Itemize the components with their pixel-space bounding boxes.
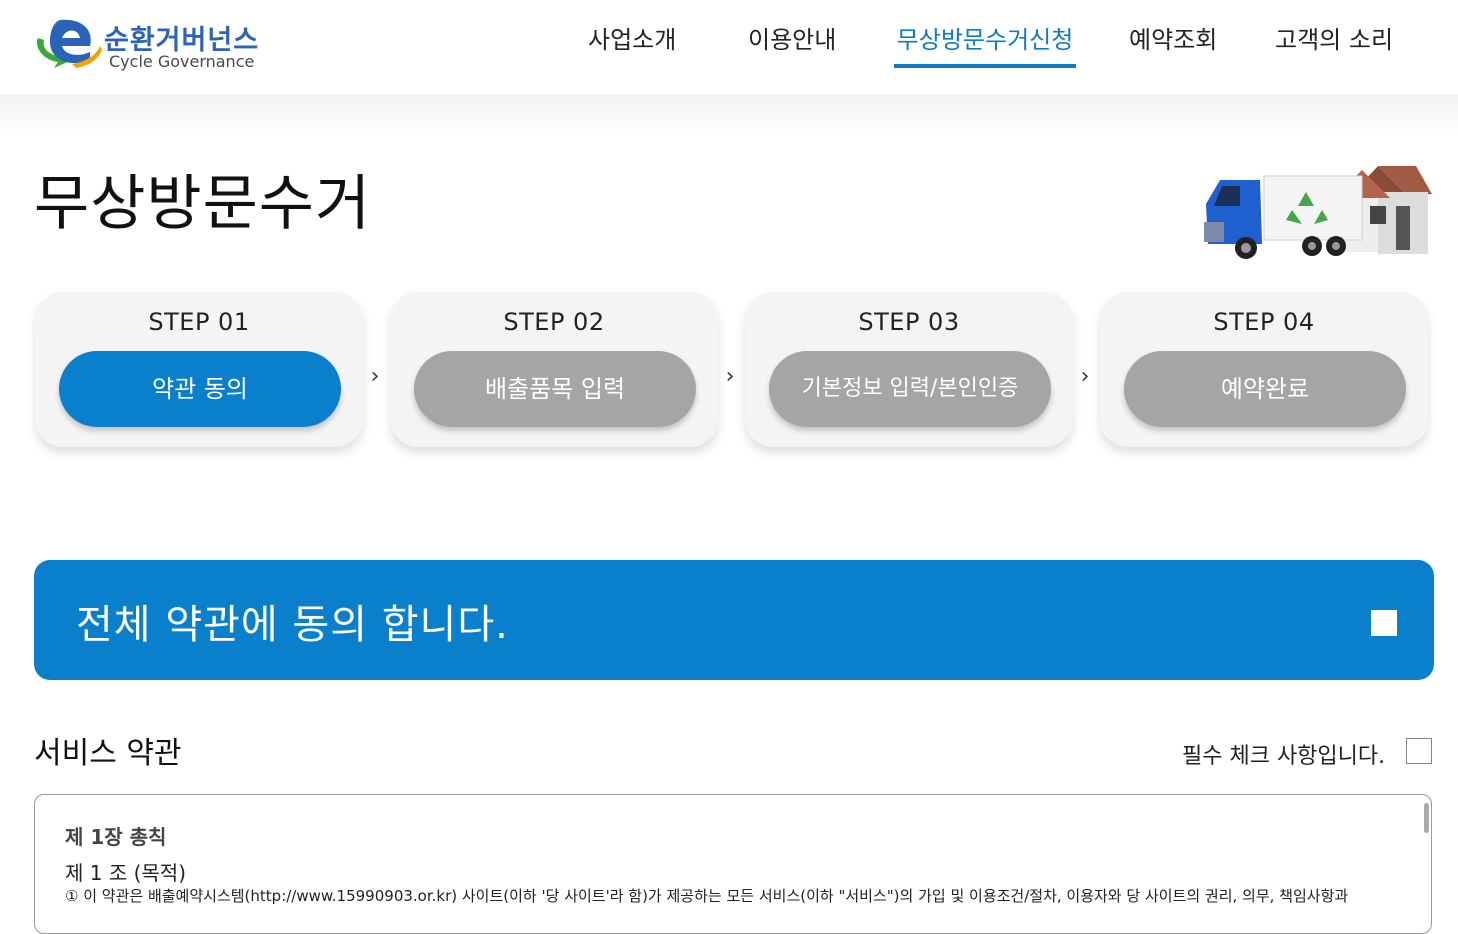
required-check-label: 필수 체크 사항입니다. — [1182, 744, 1386, 769]
terms-article-title: 제 1 조 (목적) — [65, 861, 187, 885]
nav-item-reservation-lookup[interactable]: 예약조회 — [1129, 22, 1217, 58]
nav-item-usage-guide[interactable]: 이용안내 — [748, 22, 836, 58]
logo-text-english: Cycle Governance — [109, 52, 255, 71]
step-number: STEP 03 — [858, 308, 960, 336]
active-nav-underline — [894, 64, 1076, 68]
nav-item-free-pickup-request[interactable]: 무상방문수거신청 — [894, 22, 1076, 68]
chevron-right-icon: › — [370, 364, 380, 389]
nav-item-label: 무상방문수거신청 — [896, 26, 1074, 54]
header-shadow — [0, 94, 1458, 134]
nav-item-customer-voice[interactable]: 고객의 소리 — [1275, 22, 1393, 58]
agree-all-label: 전체 약관에 동의 합니다. — [76, 602, 509, 648]
step-number: STEP 04 — [1213, 308, 1315, 336]
step-number: STEP 01 — [148, 308, 250, 336]
step-reservation-complete-button[interactable]: 예약완료 — [1124, 351, 1406, 427]
step-basic-info-button[interactable]: 기본정보 입력/본인인증 — [769, 351, 1051, 427]
step-card-3: STEP 03 기본정보 입력/본인인증 — [745, 292, 1073, 447]
recycling-truck-house-icon — [1204, 166, 1432, 259]
step-card-4: STEP 04 예약완료 — [1100, 292, 1428, 447]
chevron-right-icon: › — [1080, 364, 1090, 389]
agree-all-checkbox[interactable] — [1371, 610, 1397, 636]
logo[interactable]: 순환거버넌스 Cycle Governance — [32, 16, 272, 76]
agree-all-banner[interactable]: 전체 약관에 동의 합니다. — [34, 560, 1434, 680]
service-terms-heading: 서비스 약관 — [34, 736, 182, 771]
service-terms-checkbox[interactable] — [1406, 738, 1432, 764]
chevron-right-icon: › — [725, 364, 735, 389]
step-card-2: STEP 02 배출품목 입력 — [390, 292, 718, 447]
e-logo-icon — [36, 19, 102, 68]
nav-item-business-intro[interactable]: 사업소개 — [588, 22, 676, 58]
terms-chapter-title: 제 1장 총칙 — [65, 825, 167, 849]
site-header: 순환거버넌스 Cycle Governance 사업소개 이용안내 무상방문수거… — [0, 0, 1458, 94]
terms-scroll-box[interactable]: 제 1장 총칙 제 1 조 (목적) ① 이 약관은 배출예약시스템(http:… — [34, 794, 1432, 934]
terms-scrollbar[interactable] — [1424, 803, 1429, 833]
page-title: 무상방문수거 — [34, 169, 372, 239]
step-disposal-items-button[interactable]: 배출품목 입력 — [414, 351, 696, 427]
step-card-1: STEP 01 약관 동의 — [35, 292, 363, 447]
step-agree-terms-button[interactable]: 약관 동의 — [59, 351, 341, 427]
step-number: STEP 02 — [503, 308, 605, 336]
